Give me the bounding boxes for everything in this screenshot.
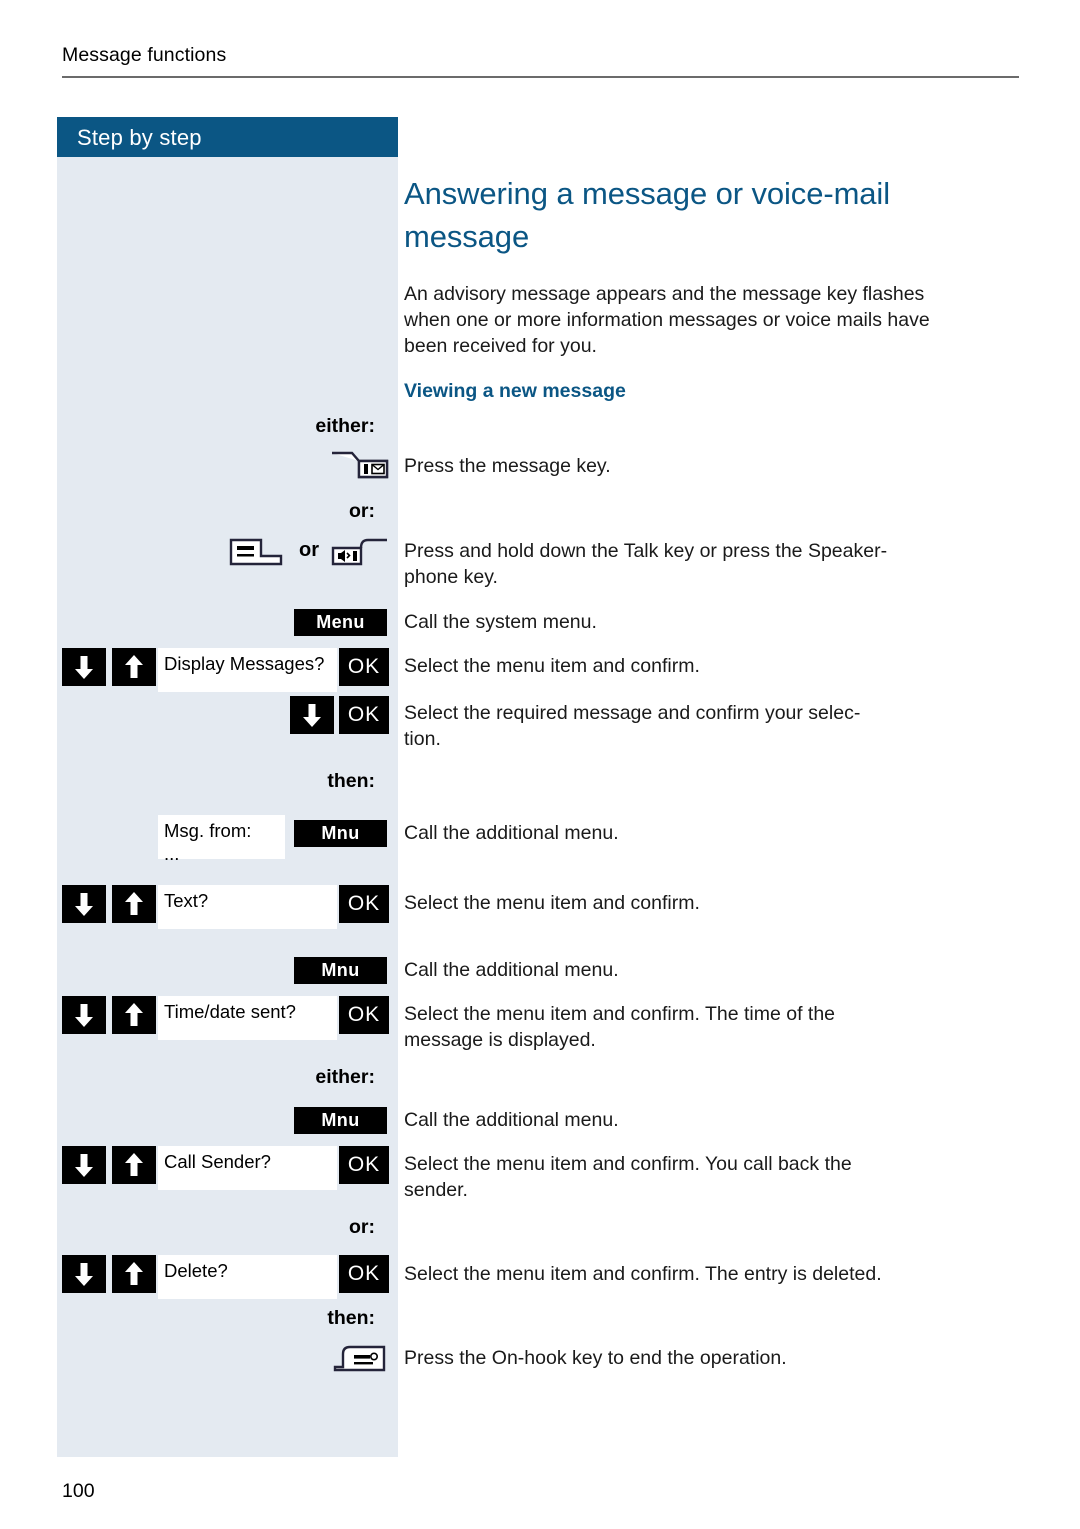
arrow-down-icon[interactable] xyxy=(62,1255,106,1293)
instruction-call-system-menu: Call the system menu. xyxy=(404,611,597,633)
display-field-call-sender: Call Sender? xyxy=(158,1146,337,1190)
display-field-text: Text? xyxy=(158,885,337,929)
display-field-delete: Delete? xyxy=(158,1255,337,1299)
softkey-mnu-3[interactable]: Mnu xyxy=(294,1107,387,1134)
instruction-select-confirm-delete: Select the menu item and confirm. The en… xyxy=(404,1263,882,1285)
intro-paragraph: An advisory message appears and the mess… xyxy=(404,283,930,358)
arrow-down-icon[interactable] xyxy=(62,885,106,923)
instruction-press-talk-or-speaker: Press and hold down the Talk key or pres… xyxy=(404,540,888,589)
arrow-down-icon[interactable] xyxy=(62,996,106,1034)
arrow-up-icon[interactable] xyxy=(112,1146,156,1184)
msg-from-line-2: ... xyxy=(164,843,180,864)
keyword-either-1: either: xyxy=(315,415,375,437)
instruction-call-additional-menu-2: Call the additional menu. xyxy=(404,959,619,981)
instruction-call-additional-menu-3: Call the additional menu. xyxy=(404,1109,619,1131)
softkey-ok-5[interactable]: OK xyxy=(339,1146,389,1184)
running-head: Message functions xyxy=(62,44,227,66)
display-field-display-messages: Display Messages? xyxy=(158,648,337,692)
softkey-ok-1[interactable]: OK xyxy=(339,648,389,686)
step-by-step-label: Step by step xyxy=(77,125,202,150)
speakerphone-key-icon xyxy=(330,537,390,572)
softkey-mnu-1[interactable]: Mnu xyxy=(294,820,387,847)
softkey-menu[interactable]: Menu xyxy=(294,609,387,636)
section-subheading: Viewing a new message xyxy=(404,380,626,402)
instruction-select-confirm-2: Select the menu item and confirm. xyxy=(404,892,700,914)
keyword-either-2: either: xyxy=(315,1066,375,1088)
inline-or-label: or xyxy=(299,539,319,561)
page-number: 100 xyxy=(62,1480,95,1502)
softkey-ok-2[interactable]: OK xyxy=(339,696,389,734)
instruction-select-required-message: Select the required message and confirm … xyxy=(404,702,861,751)
arrow-down-icon[interactable] xyxy=(62,648,106,686)
instruction-select-confirm-1: Select the menu item and confirm. xyxy=(404,655,700,677)
talk-key-icon xyxy=(228,537,284,572)
arrow-up-icon[interactable] xyxy=(112,996,156,1034)
instruction-press-message-key: Press the message key. xyxy=(404,455,611,477)
keyword-or-2: or: xyxy=(349,1216,375,1238)
arrow-down-icon[interactable] xyxy=(290,696,334,734)
softkey-ok-6[interactable]: OK xyxy=(339,1255,389,1293)
keyword-then-1: then: xyxy=(327,770,375,792)
msg-from-line-1: Msg. from: xyxy=(164,820,252,841)
arrow-up-icon[interactable] xyxy=(112,885,156,923)
arrow-up-icon[interactable] xyxy=(112,648,156,686)
instruction-call-additional-menu-1: Call the additional menu. xyxy=(404,822,619,844)
softkey-ok-3[interactable]: OK xyxy=(339,885,389,923)
instruction-select-confirm-callback: Select the menu item and confirm. You ca… xyxy=(404,1153,852,1202)
step-by-step-header: Step by step xyxy=(57,117,398,157)
display-field-time-date-sent: Time/date sent? xyxy=(158,996,337,1040)
softkey-mnu-2[interactable]: Mnu xyxy=(294,957,387,984)
softkey-ok-4[interactable]: OK xyxy=(339,996,389,1034)
on-hook-key-icon xyxy=(332,1343,388,1378)
arrow-up-icon[interactable] xyxy=(112,1255,156,1293)
keyword-then-2: then: xyxy=(327,1307,375,1329)
page-title: Answering a message or voice-mail messag… xyxy=(404,176,891,254)
keyword-or-1: or: xyxy=(349,500,375,522)
display-field-msg-from: Msg. from: ... xyxy=(158,815,285,864)
message-key-icon xyxy=(330,450,390,485)
instruction-select-confirm-time: Select the menu item and confirm. The ti… xyxy=(404,1003,836,1052)
instruction-press-onhook: Press the On-hook key to end the operati… xyxy=(404,1347,787,1369)
arrow-down-icon[interactable] xyxy=(62,1146,106,1184)
header-rule xyxy=(62,76,1019,78)
